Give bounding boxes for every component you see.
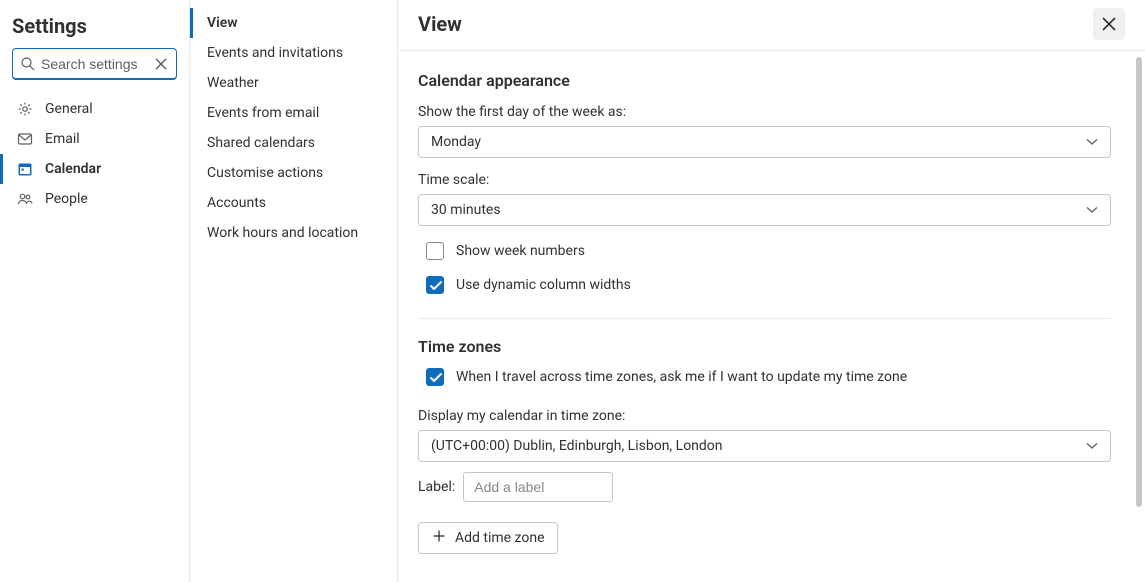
search-icon [20,56,36,72]
scroll-area: Calendar appearance Show the first day o… [398,51,1145,582]
timescale-value: 30 minutes [431,202,501,218]
week-numbers-row: Show week numbers [418,242,1111,260]
display-tz-select[interactable]: (UTC+00:00) Dublin, Edinburgh, Lisbon, L… [418,430,1111,462]
subsection-custom[interactable]: Customise actions [190,158,397,188]
first-day-label: Show the first day of the week as: [418,104,1111,120]
timescale-select[interactable]: 30 minutes [418,194,1111,226]
sidebar-item-people[interactable]: People [0,184,189,214]
subsection-weather[interactable]: Weather [190,68,397,98]
add-timezone-button[interactable]: Add time zone [418,522,558,554]
close-button[interactable] [1093,8,1125,40]
mail-icon [17,131,33,147]
gear-icon [17,101,33,117]
display-tz-label: Display my calendar in time zone: [418,408,1111,424]
category-list: General Email Calendar People [0,94,189,214]
week-numbers-checkbox[interactable] [426,242,444,260]
week-numbers-label: Show week numbers [456,243,585,259]
timescale-label: Time scale: [418,172,1111,188]
subsection-events[interactable]: Events and invitations [190,38,397,68]
sidebar-item-general[interactable]: General [0,94,189,124]
settings-title: Settings [12,14,177,38]
category-sidebar: Settings General Email Calendar People [0,0,190,582]
settings-window: Settings General Email Calendar People View… [0,0,1145,582]
sidebar-item-label: Email [45,131,80,147]
first-day-select[interactable]: Monday [418,126,1111,158]
display-tz-value: (UTC+00:00) Dublin, Edinburgh, Lisbon, L… [431,438,723,454]
subsection-view[interactable]: View [190,8,397,38]
subsection-shared[interactable]: Shared calendars [190,128,397,158]
sidebar-item-label: General [45,101,93,117]
calendar-icon [17,161,33,177]
chevron-down-icon [1084,134,1100,150]
chevron-down-icon [1084,202,1100,218]
tz-label-input[interactable] [463,472,613,502]
ask-travel-checkbox[interactable] [426,368,444,386]
timezones-heading: Time zones [418,337,1111,356]
dynamic-cols-label: Use dynamic column widths [456,277,631,293]
dynamic-cols-row: Use dynamic column widths [418,276,1111,294]
sidebar-item-label: Calendar [45,161,101,177]
ask-travel-label: When I travel across time zones, ask me … [456,369,907,385]
clear-search-icon[interactable] [153,56,169,72]
section-divider [418,318,1111,319]
sidebar-item-calendar[interactable]: Calendar [0,154,189,184]
subsection-accounts[interactable]: Accounts [190,188,397,218]
plus-icon [431,528,447,548]
subsection-efm[interactable]: Events from email [190,98,397,128]
page-title: View [418,12,462,36]
sidebar-item-label: People [45,191,88,207]
main-pane: View Calendar appearance Show the first … [398,0,1145,582]
scrollbar[interactable] [1136,57,1142,507]
sidebar-item-email[interactable]: Email [0,124,189,154]
subsection-sidebar: ViewEvents and invitationsWeatherEvents … [190,0,398,582]
content: Calendar appearance Show the first day o… [398,51,1145,574]
main-header: View [398,0,1145,51]
subsection-list: ViewEvents and invitationsWeatherEvents … [190,8,397,248]
tz-label-label: Label: [418,479,455,495]
appearance-heading: Calendar appearance [418,71,1111,90]
chevron-down-icon [1084,438,1100,454]
subsection-workhours[interactable]: Work hours and location [190,218,397,248]
search-wrapper [12,48,177,80]
first-day-value: Monday [431,134,481,150]
ask-travel-row: When I travel across time zones, ask me … [418,368,1111,386]
dynamic-cols-checkbox[interactable] [426,276,444,294]
add-timezone-label: Add time zone [455,530,545,546]
people-icon [17,191,33,207]
tz-label-row: Label: [418,472,1111,502]
